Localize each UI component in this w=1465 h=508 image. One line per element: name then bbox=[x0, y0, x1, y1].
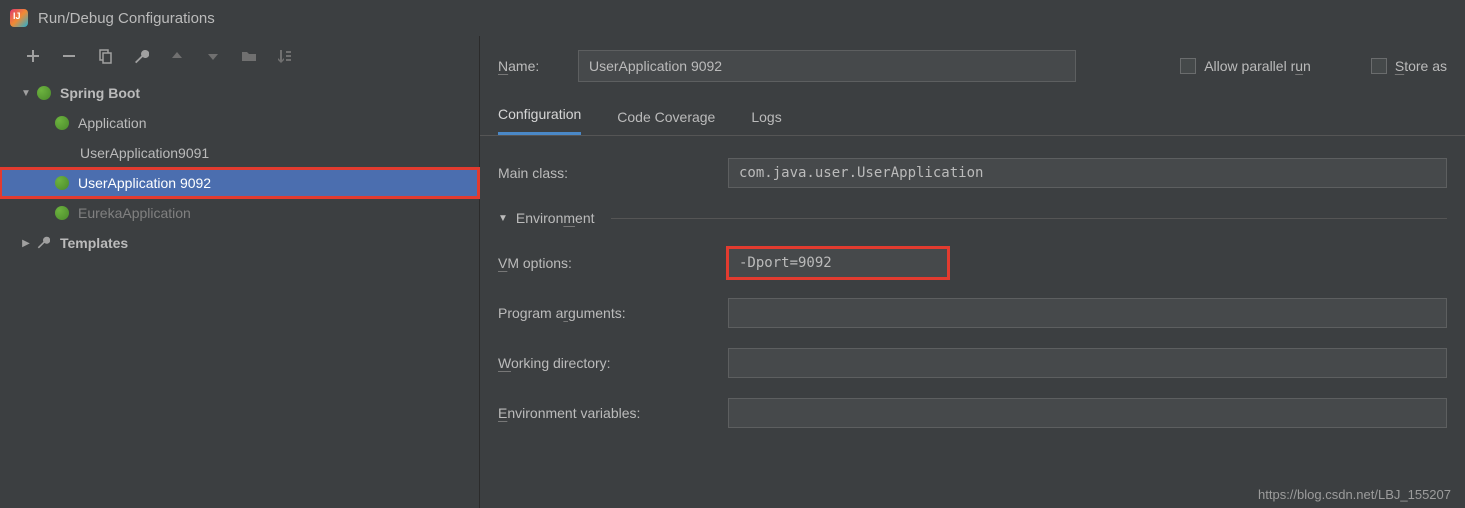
checkbox-icon[interactable] bbox=[1180, 58, 1196, 74]
checkbox-icon[interactable] bbox=[1371, 58, 1387, 74]
springboot-icon bbox=[36, 85, 52, 101]
titlebar: Run/Debug Configurations bbox=[0, 0, 1465, 36]
allow-parallel-checkbox[interactable]: Allow parallel run bbox=[1180, 58, 1311, 74]
store-as-checkbox[interactable]: Store as bbox=[1371, 58, 1447, 74]
vm-options-input[interactable] bbox=[728, 248, 948, 278]
tree-item-label: EurekaApplication bbox=[78, 205, 191, 221]
tree-item-label: UserApplication9091 bbox=[80, 145, 209, 161]
tree-item-label: UserApplication 9092 bbox=[78, 175, 211, 191]
env-vars-input[interactable] bbox=[728, 398, 1447, 428]
tab-configuration[interactable]: Configuration bbox=[498, 106, 581, 135]
up-icon[interactable] bbox=[166, 45, 188, 67]
env-vars-row: Environment variables: bbox=[480, 388, 1465, 438]
tree-item-eureka[interactable]: EurekaApplication bbox=[0, 198, 479, 228]
springboot-icon bbox=[54, 115, 70, 131]
tree-item-userapp9091[interactable]: UserApplication9091 bbox=[0, 138, 479, 168]
config-fields: Main class: ▼ Environment VM options: Pr… bbox=[480, 136, 1465, 438]
chevron-down-icon: ▼ bbox=[18, 88, 34, 99]
app-logo bbox=[10, 9, 28, 27]
working-dir-input[interactable] bbox=[728, 348, 1447, 378]
tree-item-userapp9092[interactable]: UserApplication 9092 bbox=[0, 168, 479, 198]
working-dir-row: Working directory: bbox=[480, 338, 1465, 388]
tree-node-springboot[interactable]: ▼ Spring Boot bbox=[0, 78, 479, 108]
store-as-label: Store as bbox=[1395, 58, 1447, 74]
sidebar: ▼ Spring Boot Application UserApplicatio… bbox=[0, 36, 480, 508]
name-label: Name: bbox=[498, 58, 562, 74]
divider bbox=[611, 218, 1447, 219]
add-icon[interactable] bbox=[22, 45, 44, 67]
name-row: Name: Allow parallel run Store as bbox=[480, 40, 1465, 92]
allow-parallel-label: Allow parallel run bbox=[1204, 58, 1311, 74]
chevron-right-icon: ▶ bbox=[18, 238, 34, 249]
tabbar: Configuration Code Coverage Logs bbox=[480, 92, 1465, 136]
down-icon[interactable] bbox=[202, 45, 224, 67]
tree-node-label: Templates bbox=[60, 235, 128, 251]
springboot-icon bbox=[54, 175, 70, 191]
config-panel: Name: Allow parallel run Store as Config… bbox=[480, 36, 1465, 508]
tree-node-label: Spring Boot bbox=[60, 85, 140, 101]
tree-toolbar bbox=[0, 36, 479, 76]
vm-options-row: VM options: bbox=[480, 238, 1465, 288]
wrench-icon[interactable] bbox=[130, 45, 152, 67]
tree-item-label: Application bbox=[78, 115, 147, 131]
main-class-input[interactable] bbox=[728, 158, 1447, 188]
chevron-down-icon: ▼ bbox=[498, 213, 508, 224]
window-title: Run/Debug Configurations bbox=[38, 10, 215, 27]
tree-item-application[interactable]: Application bbox=[0, 108, 479, 138]
remove-icon[interactable] bbox=[58, 45, 80, 67]
program-args-label: Program arguments: bbox=[498, 305, 728, 321]
tree-node-templates[interactable]: ▶ Templates bbox=[0, 228, 479, 258]
vm-options-label: VM options: bbox=[498, 255, 728, 271]
working-dir-label: Working directory: bbox=[498, 355, 728, 371]
sort-alpha-icon[interactable] bbox=[274, 45, 296, 67]
name-input[interactable] bbox=[578, 50, 1076, 82]
tab-code-coverage[interactable]: Code Coverage bbox=[617, 109, 715, 135]
tab-logs[interactable]: Logs bbox=[751, 109, 781, 135]
copy-icon[interactable] bbox=[94, 45, 116, 67]
folder-move-icon[interactable] bbox=[238, 45, 260, 67]
environment-label: Environment bbox=[516, 210, 595, 226]
environment-section-header[interactable]: ▼ Environment bbox=[480, 198, 1465, 238]
main-class-label: Main class: bbox=[498, 165, 728, 181]
program-args-row: Program arguments: bbox=[480, 288, 1465, 338]
springboot-icon bbox=[54, 205, 70, 221]
watermark: https://blog.csdn.net/LBJ_155207 bbox=[1258, 487, 1451, 502]
config-tree: ▼ Spring Boot Application UserApplicatio… bbox=[0, 76, 479, 508]
program-args-input[interactable] bbox=[728, 298, 1447, 328]
main-class-row: Main class: bbox=[480, 148, 1465, 198]
wrench-icon bbox=[36, 235, 52, 251]
env-vars-label: Environment variables: bbox=[498, 405, 728, 421]
